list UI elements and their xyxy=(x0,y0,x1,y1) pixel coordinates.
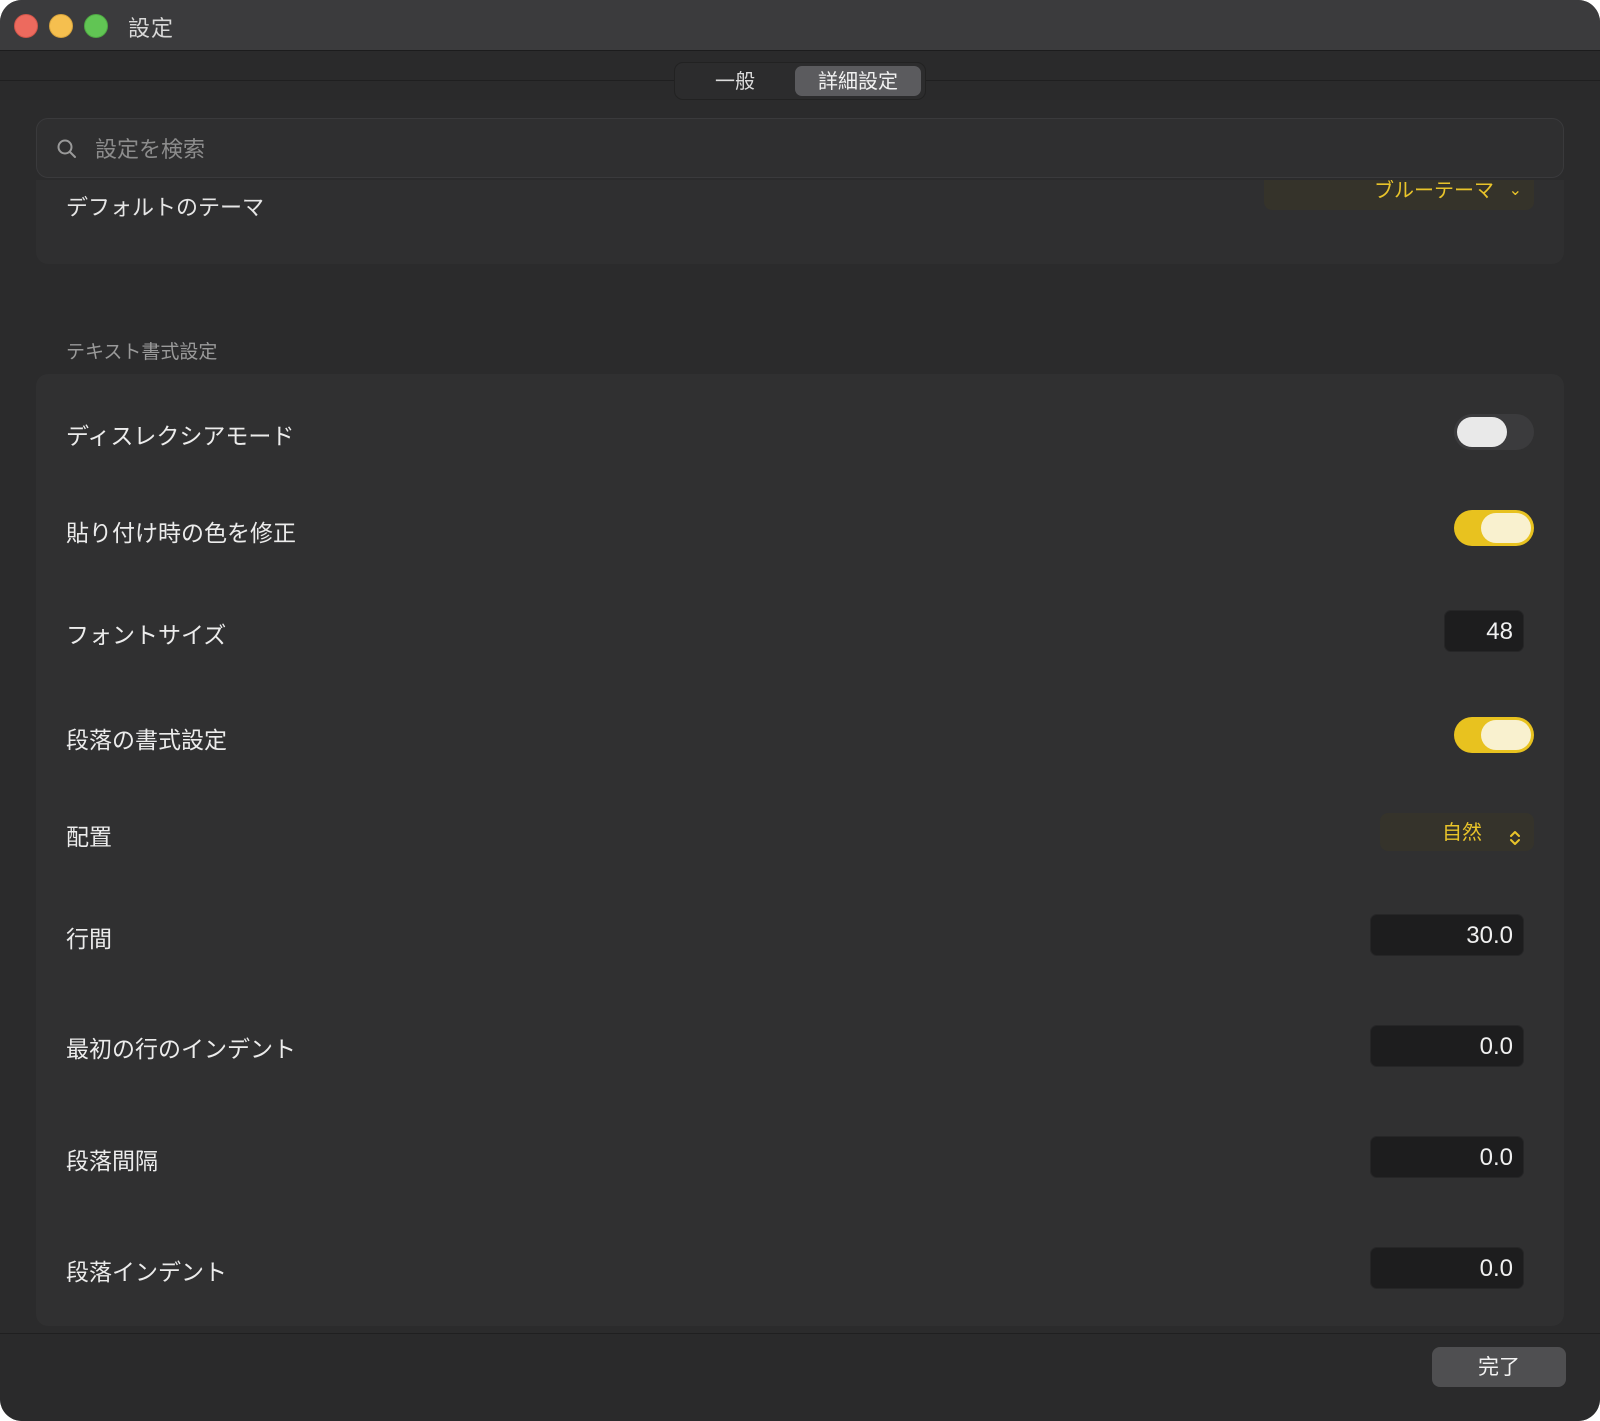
theme-popup[interactable]: ブルーテーマ ⌄ xyxy=(1264,180,1534,210)
chevron-down-icon: ⌄ xyxy=(1508,180,1522,199)
font-size-label: フォントサイズ xyxy=(66,623,227,649)
alignment-popup[interactable]: 自然 xyxy=(1380,813,1534,851)
line-spacing-label: 行間 xyxy=(66,927,112,953)
dyslexia-mode-toggle[interactable] xyxy=(1454,414,1534,450)
theme-label: デフォルトのテーマ xyxy=(66,196,265,221)
theme-value: ブルーテーマ xyxy=(1374,180,1494,202)
paragraph-format-label: 段落の書式設定 xyxy=(66,728,227,754)
first-line-indent-field[interactable]: 0.0 xyxy=(1370,1025,1524,1067)
settings-window: 設定 一般 詳細設定 デフォルトのテーマ ブルーテーマ ⌄ テキスト書式設定 デ… xyxy=(0,0,1600,1421)
line-spacing-field[interactable]: 30.0 xyxy=(1370,914,1524,956)
toggle-knob xyxy=(1481,720,1531,750)
minimize-window-button[interactable] xyxy=(49,14,73,38)
toggle-knob xyxy=(1481,513,1531,543)
search-icon xyxy=(55,137,79,161)
text-format-settings-card: ディスレクシアモード 貼り付け時の色を修正 フォントサイズ 48 段落の書式設定… xyxy=(36,374,1564,1326)
paragraph-indent-label: 段落インデント xyxy=(66,1260,227,1286)
footer-bar xyxy=(0,1334,1600,1421)
done-button[interactable]: 完了 xyxy=(1432,1347,1566,1387)
fix-paste-color-toggle[interactable] xyxy=(1454,510,1534,546)
section-header: テキスト書式設定 xyxy=(66,341,218,363)
first-line-indent-label: 最初の行のインデント xyxy=(66,1037,296,1063)
font-size-field[interactable]: 48 xyxy=(1444,610,1524,652)
paragraph-format-toggle[interactable] xyxy=(1454,717,1534,753)
tab-bar: 一般 詳細設定 xyxy=(674,62,926,100)
footer-divider xyxy=(0,1333,1600,1334)
up-down-chevron-icon xyxy=(1508,822,1522,845)
tab-advanced[interactable]: 詳細設定 xyxy=(795,66,921,96)
zoom-window-button[interactable] xyxy=(84,14,108,38)
toggle-knob xyxy=(1457,417,1507,447)
alignment-value: 自然 xyxy=(1442,820,1482,844)
paragraph-spacing-label: 段落間隔 xyxy=(66,1149,158,1175)
close-window-button[interactable] xyxy=(14,14,38,38)
dyslexia-mode-label: ディスレクシアモード xyxy=(66,424,295,450)
alignment-label: 配置 xyxy=(66,825,112,851)
title-bar: 設定 xyxy=(0,0,1600,51)
search-input[interactable] xyxy=(93,129,1537,171)
window-title: 設定 xyxy=(128,17,175,42)
search-field[interactable] xyxy=(36,118,1564,178)
theme-row: デフォルトのテーマ ブルーテーマ ⌄ xyxy=(36,180,1564,264)
fix-paste-color-label: 貼り付け時の色を修正 xyxy=(66,521,296,547)
tab-general[interactable]: 一般 xyxy=(679,66,791,96)
paragraph-indent-field[interactable]: 0.0 xyxy=(1370,1247,1524,1289)
paragraph-spacing-field[interactable]: 0.0 xyxy=(1370,1136,1524,1178)
